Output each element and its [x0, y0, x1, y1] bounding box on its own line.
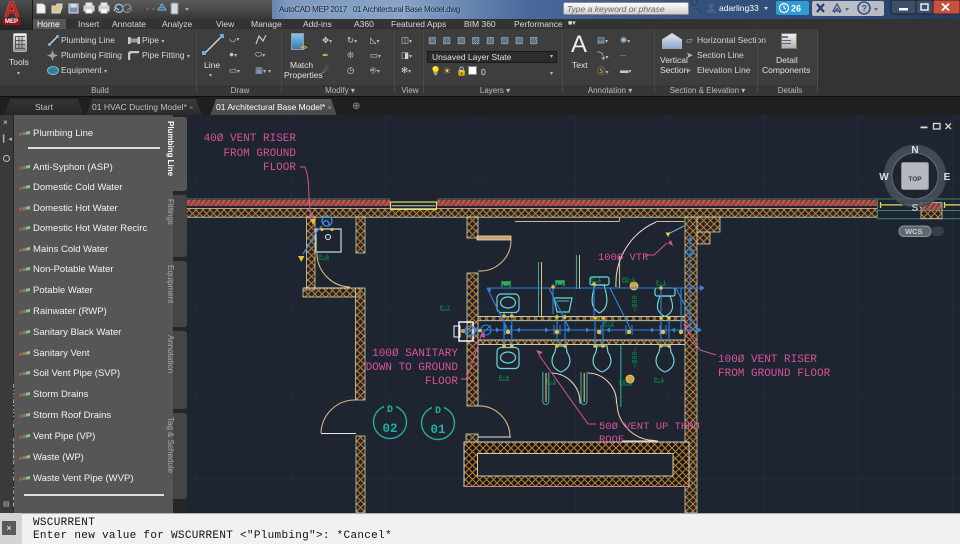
svg-text:TOP: TOP: [908, 176, 922, 183]
svg-text:∼800: ∼800: [632, 295, 640, 312]
svg-text:26: 26: [791, 4, 801, 14]
svg-text:∼800∼: ∼800∼: [632, 347, 640, 368]
svg-text:02: 02: [382, 422, 397, 436]
svg-text:50Ø VENT UP THRU: 50Ø VENT UP THRU: [599, 421, 700, 433]
svg-text:FLOOR: FLOOR: [263, 162, 296, 174]
svg-text:FROM GROUND FLOOR: FROM GROUND FLOOR: [718, 368, 831, 380]
svg-text:adarling33: adarling33: [719, 3, 759, 13]
svg-text:N: N: [911, 145, 918, 156]
svg-text:01: 01: [430, 423, 445, 437]
svg-text:FROM GROUND: FROM GROUND: [223, 148, 296, 160]
svg-text:D: D: [387, 405, 393, 416]
svg-text:S: S: [912, 203, 919, 214]
svg-text:100Ø VENT RISER: 100Ø VENT RISER: [718, 354, 817, 366]
svg-text:FLOOR: FLOOR: [425, 376, 458, 388]
svg-text:40Ø VENT RISER: 40Ø VENT RISER: [204, 133, 297, 145]
svg-text:D: D: [435, 406, 441, 417]
svg-text:WCS: WCS: [905, 227, 923, 236]
svg-text:DOWN TO GROUND: DOWN TO GROUND: [366, 362, 459, 374]
svg-text:100Ø VTR: 100Ø VTR: [598, 252, 649, 264]
svg-text:?: ?: [862, 4, 868, 14]
svg-text:W: W: [879, 172, 889, 183]
svg-text:ROOF: ROOF: [599, 434, 624, 446]
svg-text:E: E: [944, 172, 951, 183]
svg-text:100Ø SANITARY: 100Ø SANITARY: [372, 348, 458, 360]
